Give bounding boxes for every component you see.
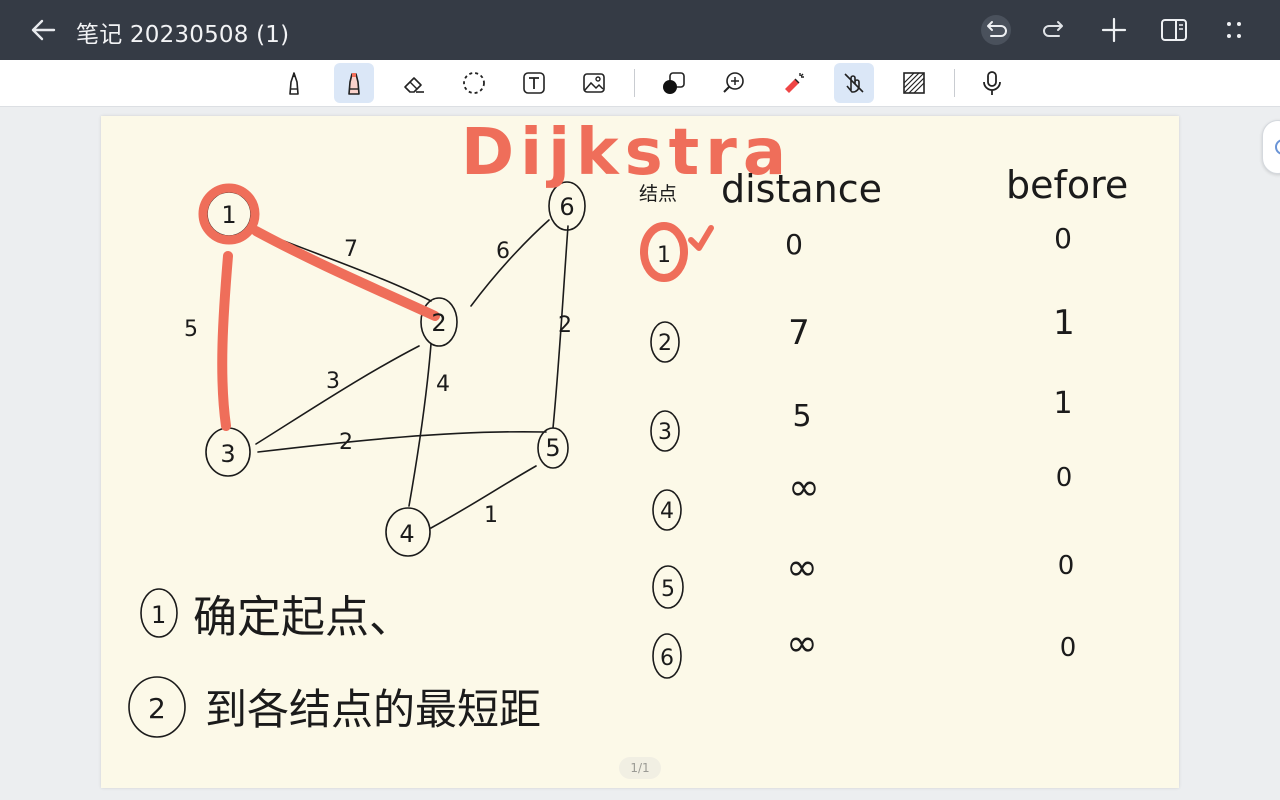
edge-weight: 6: [496, 239, 510, 264]
toolbar-separator: [954, 69, 955, 97]
table-row-2-before: 1: [1053, 303, 1075, 343]
marker-icon[interactable]: [334, 63, 374, 103]
graph-node-6: 6: [559, 193, 574, 221]
check-mark: [688, 225, 714, 251]
table-row-1-node: 1: [657, 243, 671, 268]
more-icon[interactable]: [1218, 14, 1250, 46]
table-row-4-node: 4: [660, 499, 674, 524]
lasso-icon[interactable]: [454, 63, 494, 103]
table-row-2-distance: 7: [788, 313, 810, 353]
step-1-text: 确定起点、: [193, 592, 413, 643]
step-1-number: 1: [151, 601, 166, 629]
page-indicator: 1/1: [619, 757, 661, 779]
step-2-number: 2: [148, 692, 166, 725]
pen-icon[interactable]: [274, 63, 314, 103]
edge-weight: 5: [184, 317, 198, 342]
table-header-before: before: [1006, 163, 1128, 207]
note-page[interactable]: Dijkstra 1 2 3 4 5 6 7 6 5 3 4 2 2 1 结点 …: [101, 116, 1179, 788]
texture-icon[interactable]: [894, 63, 934, 103]
edge-weight: 7: [344, 237, 358, 262]
graph-node-4: 4: [399, 520, 414, 548]
title-bar: 笔记 20230508 (1): [0, 0, 1280, 60]
zoom-icon[interactable]: [714, 63, 754, 103]
table-row-3-node: 3: [658, 420, 672, 445]
table-row-6-before: 0: [1060, 633, 1077, 663]
edge-weight: 2: [558, 313, 572, 338]
undo-icon[interactable]: [980, 14, 1012, 46]
highlight-edge-1-3: [217, 251, 233, 431]
edge-weight: 3: [326, 369, 340, 394]
table-row-5-node: 5: [661, 577, 675, 602]
handle-icon: [1275, 139, 1280, 155]
graph-node-1: 1: [221, 201, 236, 229]
table-row-6-node: 6: [660, 646, 674, 671]
table-row-1-distance: 0: [785, 228, 803, 261]
table-header-node: 结点: [639, 183, 677, 205]
side-drawer-handle[interactable]: [1262, 120, 1280, 174]
graph-node-3: 3: [220, 440, 235, 468]
edge-2-3: [255, 345, 420, 445]
table-row-6-distance: ∞: [786, 621, 818, 665]
table-row-5-distance: ∞: [786, 545, 818, 589]
edge-2-6: [470, 219, 550, 307]
table-row-4-distance: ∞: [788, 465, 820, 509]
handwriting-canvas: Dijkstra 1 2 3 4 5 6 7 6 5 3 4 2 2 1 结点 …: [128, 116, 1128, 738]
edge-weight: 4: [436, 372, 450, 397]
table-row-3-distance: 5: [792, 399, 811, 434]
text-box-icon[interactable]: [514, 63, 554, 103]
step-2-text: 到各结点的最短距: [205, 685, 541, 734]
graph-node-2: 2: [431, 309, 446, 337]
edge-weight: 2: [339, 430, 353, 455]
add-icon[interactable]: [1098, 14, 1130, 46]
edge-weight: 1: [484, 503, 498, 528]
laser-pointer-icon[interactable]: [774, 63, 814, 103]
toolbar-separator: [634, 69, 635, 97]
table-header-distance: distance: [721, 167, 882, 211]
edge-3-5: [257, 430, 547, 453]
color-picker-icon[interactable]: [654, 63, 694, 103]
finger-draw-icon[interactable]: [834, 63, 874, 103]
note-title: 笔记 20230508 (1): [76, 22, 290, 48]
back-arrow-icon[interactable]: [28, 16, 60, 44]
table-row-1-before: 0: [1054, 222, 1072, 255]
redo-icon[interactable]: [1038, 14, 1070, 46]
table-row-2-node: 2: [658, 331, 672, 356]
table-row-5-before: 0: [1058, 551, 1075, 581]
table-row-4-before: 0: [1056, 463, 1073, 493]
microphone-icon[interactable]: [972, 63, 1012, 103]
image-icon[interactable]: [574, 63, 614, 103]
eraser-icon[interactable]: [394, 63, 434, 103]
side-panel-icon[interactable]: [1158, 14, 1190, 46]
graph-node-5: 5: [545, 434, 560, 462]
edge-2-4: [408, 343, 432, 507]
table-row-3-before: 1: [1053, 386, 1072, 421]
drawing-toolbar: [0, 60, 1280, 107]
